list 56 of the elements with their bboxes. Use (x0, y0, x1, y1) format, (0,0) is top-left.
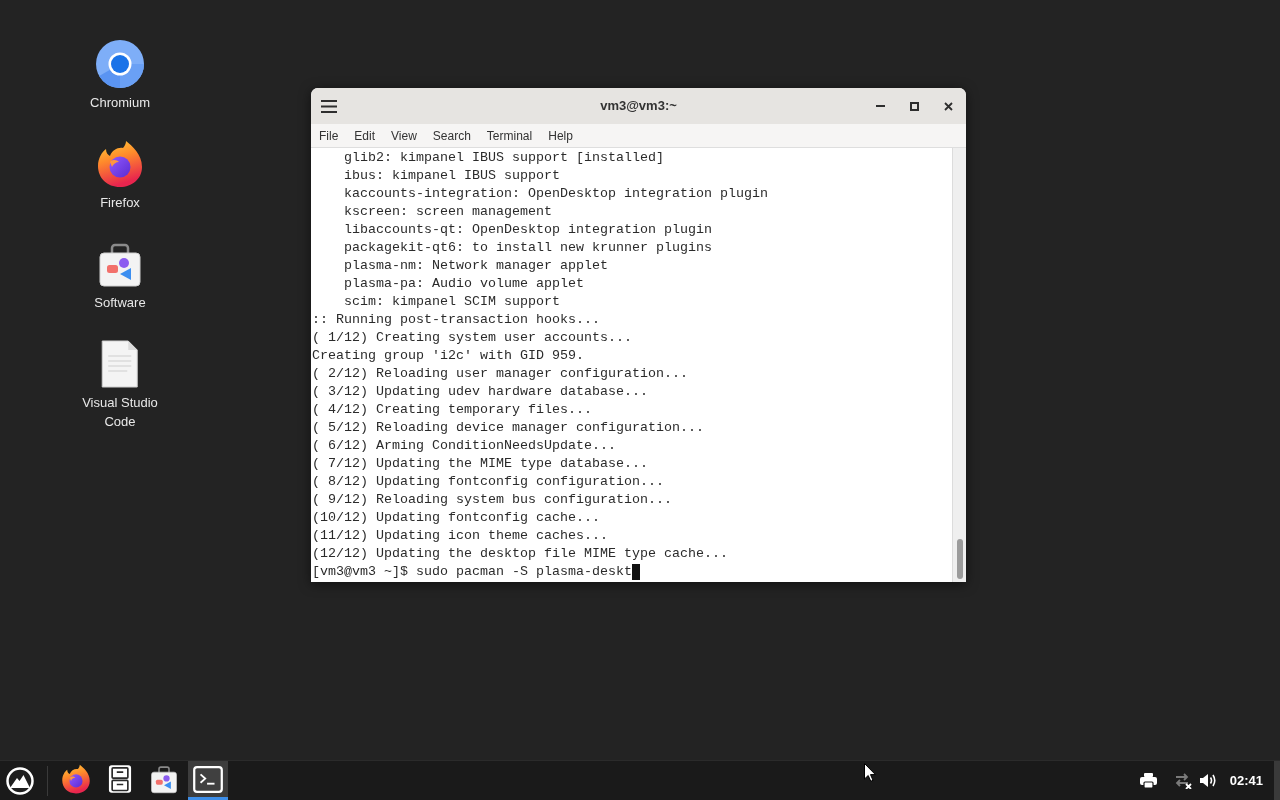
text-cursor (631, 564, 640, 580)
terminal-line: (11/12) Updating icon theme caches... (312, 527, 608, 545)
terminal-line: scim: kimpanel SCIM support (344, 293, 560, 311)
minimize-icon (875, 105, 885, 107)
terminal-line: Creating group 'i2c' with GID 959. (312, 347, 584, 365)
terminal-line: ( 7/12) Updating the MIME type database... (312, 455, 648, 473)
terminal-line: :: Running post-transaction hooks... (312, 311, 600, 329)
desktop-shortcut[interactable]: Chromium (65, 40, 175, 140)
flame-globe-icon (96, 140, 144, 188)
scrollbar[interactable] (952, 148, 966, 582)
shopping-bag-icon (149, 764, 179, 794)
terminal-line: ( 9/12) Reloading system bus configuration... (312, 491, 672, 509)
terminal-line: glib2: kimpanel IBUS support [installed] (344, 149, 664, 167)
taskbar-app-button[interactable] (188, 761, 228, 800)
terminal-line: (12/12) Updating the desktop file MIME type cache... (312, 545, 728, 563)
maximize-icon (909, 101, 919, 111)
terminal-line: ( 5/12) Reloading device manager configuration... (312, 419, 704, 437)
terminal-line: libaccounts-qt: OpenDesktop integration plugin (344, 221, 712, 239)
menu-item[interactable]: Search (424, 124, 479, 147)
speaker-icon (1200, 773, 1218, 788)
desktop-shortcut[interactable]: Firefox (65, 140, 175, 240)
shell-prompt: [vm3@vm3 ~]$ (312, 563, 408, 581)
menu-icon (321, 99, 337, 113)
mouse-pointer-icon (864, 763, 876, 782)
terminal-line: ( 1/12) Creating system user accounts... (312, 329, 632, 347)
close-icon (943, 101, 953, 111)
menu-item[interactable]: File (311, 124, 347, 147)
menu-item[interactable]: View (383, 124, 425, 147)
window-title: vm3@vm3:~ (600, 97, 677, 116)
document-icon (101, 340, 139, 388)
terminal-line: ( 6/12) Arming ConditionNeedsUpdate... (312, 437, 616, 455)
terminal-line: plasma-nm: Network manager applet (344, 257, 608, 275)
terminal-line: (10/12) Updating fontconfig cache... (312, 509, 600, 527)
file-cabinet-icon (108, 764, 132, 794)
typed-command: sudo pacman -S plasma-deskt (416, 563, 632, 581)
mountain-logo-icon (6, 766, 34, 795)
terminal-line: plasma-pa: Audio volume applet (344, 275, 584, 293)
scrollbar-thumb[interactable] (956, 539, 963, 579)
terminal-line: kscreen: screen management (344, 203, 552, 221)
printer-icon (1140, 773, 1158, 788)
terminal-line: ( 4/12) Creating temporary files... (312, 401, 592, 419)
desktop-shortcut[interactable]: Software (65, 240, 175, 340)
terminal-line: packagekit-qt6: to install new krunner plugins (344, 239, 712, 257)
menu-item[interactable]: Edit (346, 124, 384, 147)
terminal-line: ( 2/12) Reloading user manager configuration... (312, 365, 688, 383)
terminal-line: ibus: kimpanel IBUS support (344, 167, 560, 185)
terminal-line: ( 8/12) Updating fontconfig configuration... (312, 473, 664, 491)
desktop-shortcut[interactable]: Visual Studio Code (65, 340, 175, 440)
terminal-line: ( 3/12) Updating udev hardware database... (312, 383, 648, 401)
clock[interactable]: 02:41 (1229, 770, 1263, 791)
menu-item[interactable]: Help (540, 124, 581, 147)
flame-globe-icon (61, 764, 91, 794)
menu-item[interactable]: Terminal (478, 124, 541, 147)
terminal-line: kaccounts-integration: OpenDesktop integration plugin (344, 185, 768, 203)
terminal-icon (193, 765, 223, 793)
ring-logo-icon (96, 40, 144, 88)
